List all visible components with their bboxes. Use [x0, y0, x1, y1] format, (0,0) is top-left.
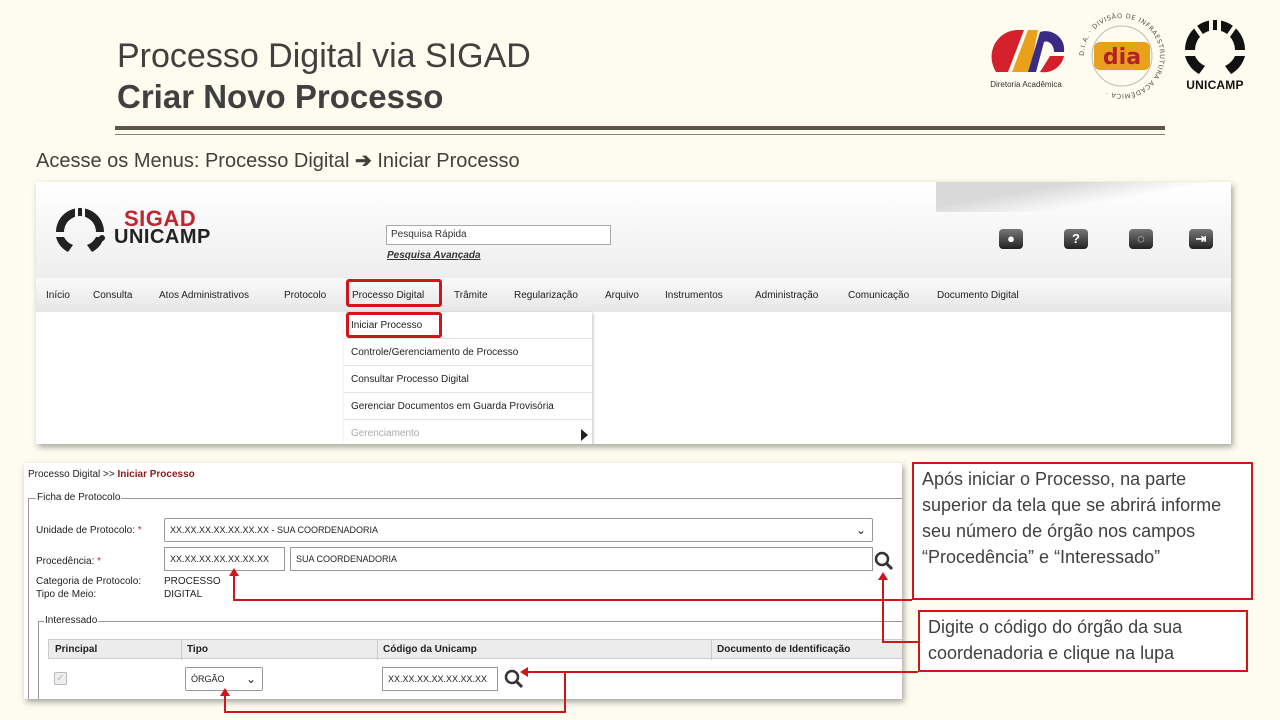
col-separator — [181, 640, 182, 660]
col-separator — [711, 640, 712, 660]
menu-controle-gerenciamento[interactable]: Controle/Gerenciamento de Processo — [344, 339, 592, 366]
fieldset-border — [28, 498, 902, 499]
instruction-suffix: Iniciar Processo — [377, 150, 520, 172]
col-principal: Principal — [55, 644, 98, 655]
breadcrumb: Processo Digital >> Iniciar Processo — [28, 469, 195, 480]
nav-inicio[interactable]: Início — [46, 290, 70, 301]
title-divider-thin — [115, 134, 1165, 135]
arrow-icon: ➔ — [355, 150, 372, 172]
header-decoration — [936, 182, 1231, 212]
nav-arquivo[interactable]: Arquivo — [605, 290, 639, 301]
chevron-down-icon: ⌄ — [855, 523, 866, 537]
quick-search-input[interactable]: Pesquisa Rápida — [386, 225, 611, 245]
breadcrumb-current: Iniciar Processo — [117, 469, 195, 480]
procedencia-code-input[interactable]: XX.XX.XX.XX.XX.XX.XX — [164, 547, 285, 571]
sigad-brand-unicamp: UNICAMP — [114, 226, 211, 248]
iniciar-processo-form-screenshot: Processo Digital >> Iniciar Processo Fic… — [24, 463, 902, 699]
fieldset-ficha-protocolo: Ficha de Protocolo — [36, 492, 122, 503]
nav-instrumentos[interactable]: Instrumentos — [665, 290, 723, 301]
interessado-table-header: Principal Tipo Código da Unicamp Documen… — [48, 639, 902, 660]
categoria-label: Categoria de Protocolo: — [36, 576, 142, 587]
nav-protocolo[interactable]: Protocolo — [284, 290, 326, 301]
procedencia-name-input[interactable]: SUA COORDENADORIA — [290, 547, 873, 571]
dia-text: dia — [1103, 45, 1141, 70]
highlight-iniciar-processo — [346, 312, 442, 338]
col-tipo: Tipo — [187, 644, 208, 655]
nav-documento-digital[interactable]: Documento Digital — [937, 290, 1019, 301]
advanced-search-link[interactable]: Pesquisa Avançada — [387, 250, 481, 261]
nav-tramite[interactable]: Trâmite — [454, 290, 488, 301]
unicamp-caption: UNICAMP — [1186, 78, 1244, 92]
menu-instruction: Acesse os Menus: Processo Digital ➔ Inic… — [36, 148, 520, 173]
sigad-header: SIGAD UNICAMP Pesquisa Rápida Pesquisa A… — [36, 182, 1231, 278]
slide-title: Processo Digital via SIGAD — [117, 37, 531, 75]
main-nav: Início Consulta Atos Administrativos Pro… — [36, 278, 1231, 312]
tipo-value: ÓRGÃO — [191, 674, 225, 684]
unidade-protocolo-select[interactable]: XX.XX.XX.XX.XX.XX.XX - SUA COORDENADORIA… — [164, 518, 873, 542]
menu-gerenciamento[interactable]: Gerenciamento — [344, 420, 592, 444]
codigo-unicamp-input[interactable]: XX.XX.XX.XX.XX.XX.XX — [382, 667, 498, 691]
callout-informar-orgao: Após iniciar o Processo, na parte superi… — [912, 462, 1253, 600]
procedencia-search-icon[interactable] — [874, 551, 894, 571]
fieldset-border — [28, 498, 29, 699]
menu-consultar-processo[interactable]: Consultar Processo Digital — [344, 366, 592, 393]
sigad-menu-screenshot: SIGAD UNICAMP Pesquisa Rápida Pesquisa A… — [36, 182, 1231, 444]
help-icon[interactable]: ? — [1064, 229, 1088, 249]
nav-comunicacao[interactable]: Comunicação — [848, 290, 909, 301]
chevron-down-icon: ⌄ — [245, 672, 256, 686]
nav-atos-administrativos[interactable]: Atos Administrativos — [159, 290, 249, 301]
sigad-unicamp-emblem — [56, 208, 105, 252]
fieldset-border — [38, 621, 39, 699]
instruction-prefix: Acesse os Menus: Processo Digital — [36, 150, 350, 172]
nav-administracao[interactable]: Administração — [755, 290, 818, 301]
tipo-meio-value: DIGITAL — [164, 589, 203, 600]
chat-icon[interactable]: ◌ — [1129, 229, 1153, 249]
title-divider — [115, 126, 1165, 130]
principal-checkbox[interactable]: ✓ — [54, 672, 67, 685]
submenu-arrow-icon — [581, 429, 588, 441]
dac-caption: Diretoria Acadêmica — [990, 80, 1062, 89]
fieldset-interessado: Interessado — [44, 615, 99, 626]
unidade-value: XX.XX.XX.XX.XX.XX.XX - SUA COORDENADORIA — [170, 525, 379, 535]
col-separator — [377, 640, 378, 660]
col-documento-identificacao: Documento de Identificação — [717, 644, 851, 655]
tipo-select[interactable]: ÓRGÃO ⌄ — [185, 667, 263, 691]
col-codigo-unicamp: Código da Unicamp — [383, 644, 477, 655]
categoria-value: PROCESSO — [164, 576, 221, 587]
procedencia-label: Procedência: * — [36, 556, 102, 567]
unidade-label: Unidade de Protocolo: * — [36, 525, 142, 536]
user-icon[interactable]: ● — [999, 229, 1023, 249]
tipo-meio-label: Tipo de Meio: — [36, 589, 97, 600]
dia-logo: D.I.A. · DIVISÃO DE INFRAESTRUTURA ACADÊ… — [1076, 10, 1168, 102]
nav-consulta[interactable]: Consulta — [93, 290, 132, 301]
callout-digite-codigo: Digite o código do órgão da sua coordena… — [918, 610, 1248, 672]
codigo-search-icon[interactable] — [504, 669, 524, 689]
dac-logo: Diretoria Acadêmica — [978, 22, 1074, 94]
highlight-processo-digital — [346, 279, 442, 307]
breadcrumb-parent[interactable]: Processo Digital >> — [28, 469, 115, 480]
fieldset-border — [38, 621, 902, 622]
nav-regularizacao[interactable]: Regularização — [514, 290, 578, 301]
exit-icon[interactable]: ⇥ — [1189, 229, 1213, 249]
slide-subtitle: Criar Novo Processo — [117, 78, 444, 115]
menu-gerenciar-documentos[interactable]: Gerenciar Documentos em Guarda Provisóri… — [344, 393, 592, 420]
unicamp-logo: UNICAMP — [1172, 14, 1258, 94]
menu-gerenciamento-label: Gerenciamento — [351, 428, 420, 439]
